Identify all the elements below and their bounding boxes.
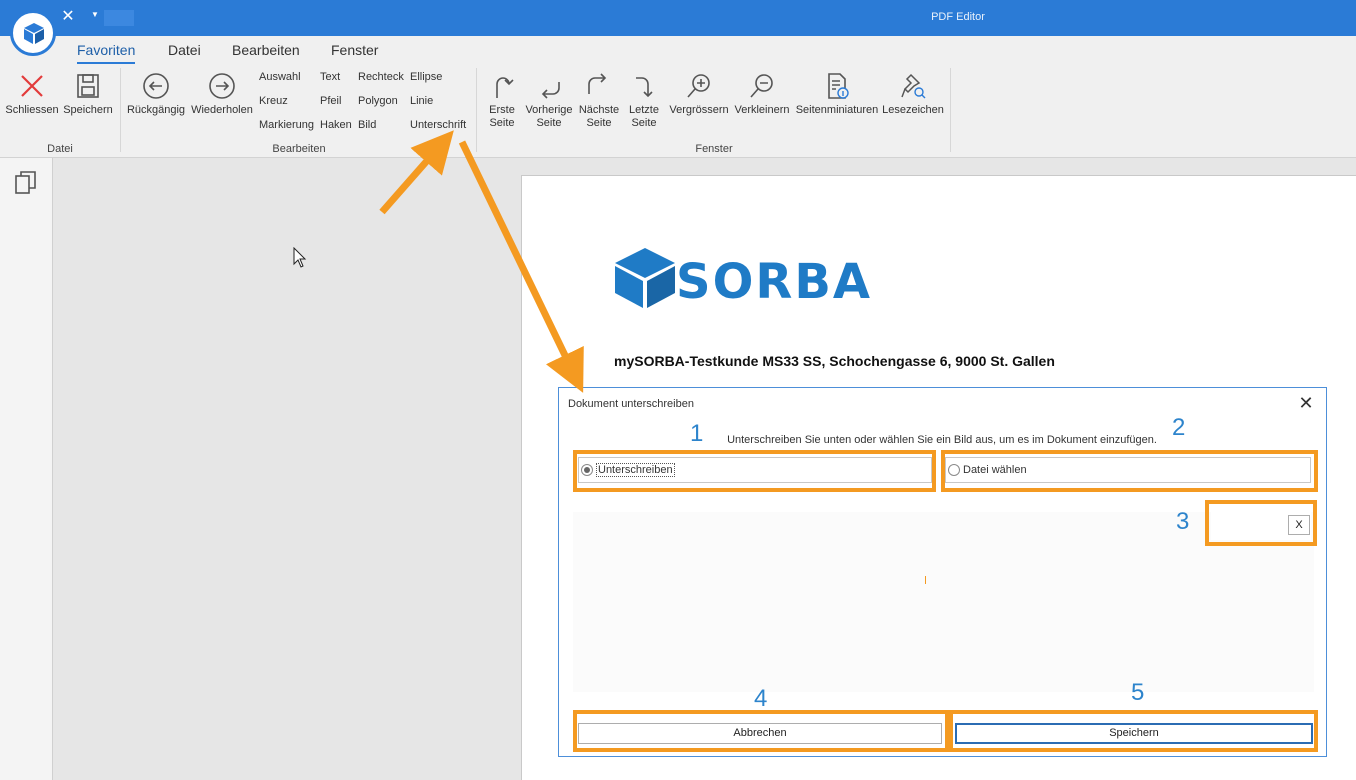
arrow-to-dialog (458, 140, 584, 393)
app-logo-icon[interactable] (10, 10, 56, 56)
annotation-arrows (379, 130, 584, 393)
arrow-to-unterschrift (379, 130, 454, 215)
